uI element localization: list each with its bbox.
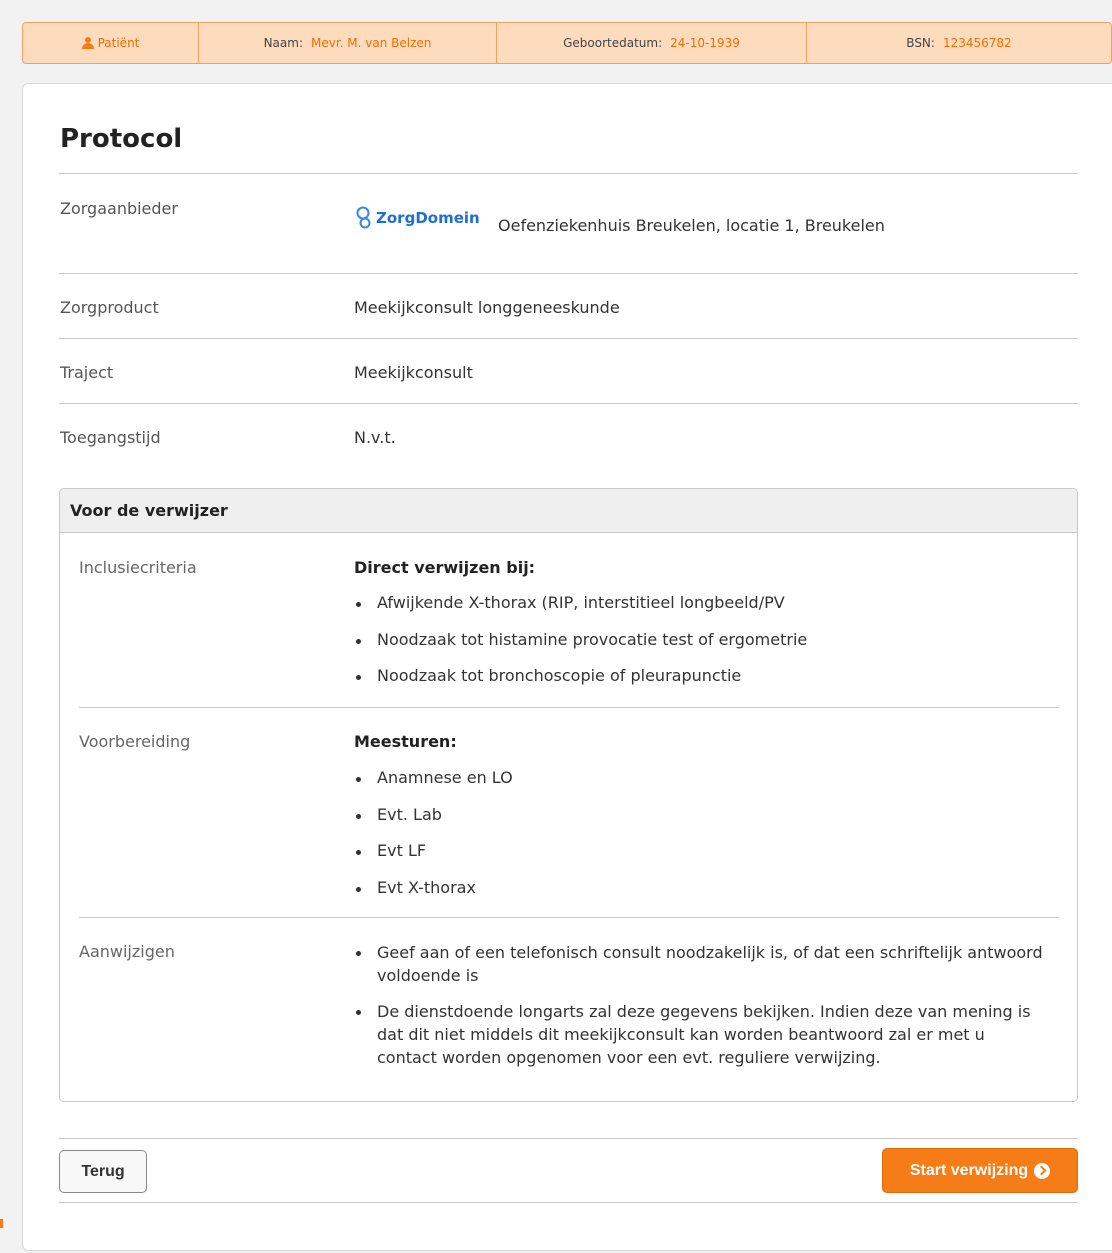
page-title: Protocol [60, 124, 183, 154]
inclusiecriteria-label: Inclusiecriteria [79, 558, 197, 577]
list-item: Anamnese en LO [354, 767, 513, 804]
list-item: Evt LF [354, 840, 513, 877]
patient-name-value: Mevr. M. van Belzen [311, 36, 432, 50]
zorgaanbieder-value: Oefenziekenhuis Breukelen, locatie 1, Br… [498, 216, 885, 235]
divider [59, 338, 1078, 339]
verwijzer-panel: Voor de verwijzer Inclusiecriteria Direc… [59, 488, 1078, 1102]
patient-tab-content: Patiënt [81, 36, 140, 50]
zorgaanbieder-label: Zorgaanbieder [60, 199, 178, 218]
patient-dob: Geboortedatum: 24-10-1939 [497, 23, 807, 63]
list-item: Afwijkende X-thorax (RIP, interstitieel … [354, 592, 807, 629]
zorgdomein-logo-icon [356, 206, 371, 229]
start-referral-button[interactable]: Start verwijzing [882, 1148, 1078, 1193]
patient-name: Naam: Mevr. M. van Belzen [199, 23, 497, 63]
list-item: Geef aan of een telefonisch consult nood… [354, 941, 1044, 987]
patient-bsn-label: BSN: [906, 36, 935, 50]
zorgdomein-logo-text: ZorgDomein [376, 209, 480, 227]
inclusiecriteria-list: Afwijkende X-thorax (RIP, interstitieel … [354, 592, 807, 702]
start-referral-label: Start verwijzing [909, 1161, 1029, 1179]
zorgdomein-logo: ZorgDomein [354, 206, 480, 230]
edge-marker [0, 1219, 3, 1228]
divider [59, 1138, 1078, 1139]
list-item: Noodzaak tot bronchoscopie of pleurapunc… [354, 665, 807, 702]
divider [79, 917, 1059, 918]
patient-name-label: Naam: [263, 36, 303, 50]
list-item: De dienstdoende longarts zal deze gegeve… [354, 1000, 1044, 1069]
back-button[interactable]: Terug [59, 1150, 147, 1193]
user-icon [81, 37, 94, 49]
divider [79, 707, 1059, 708]
inclusiecriteria-heading: Direct verwijzen bij: [354, 558, 536, 577]
list-item: Evt X-thorax [354, 877, 513, 914]
patient-bsn-value: 123456782 [942, 36, 1012, 50]
patient-bar: Patiënt Naam: Mevr. M. van Belzen Geboor… [22, 22, 1112, 64]
toegangstijd-value: N.v.t. [354, 428, 396, 447]
patient-dob-value: 24-10-1939 [670, 36, 740, 50]
protocol-card: Protocol Zorgaanbieder ZorgDomein Oefenz… [22, 83, 1112, 1251]
patient-dob-label: Geboortedatum: [563, 36, 663, 50]
divider [59, 403, 1078, 404]
zorgproduct-value: Meekijkconsult longgeneeskunde [354, 298, 620, 317]
divider [59, 1202, 1078, 1203]
divider [59, 273, 1078, 274]
patient-tab-label: Patiënt [97, 36, 140, 50]
aanwijzigen-label: Aanwijzigen [79, 942, 175, 961]
list-item: Noodzaak tot histamine provocatie test o… [354, 629, 807, 666]
list-item: Evt. Lab [354, 804, 513, 841]
panel-title: Voor de verwijzer [60, 489, 1077, 533]
patient-bsn: BSN: 123456782 [807, 23, 1111, 63]
traject-value: Meekijkconsult [354, 363, 473, 382]
voorbereiding-heading: Meesturen: [354, 732, 457, 751]
toegangstijd-label: Toegangstijd [60, 428, 161, 447]
patient-tab[interactable]: Patiënt [23, 23, 199, 63]
zorgproduct-label: Zorgproduct [60, 298, 159, 317]
voorbereiding-label: Voorbereiding [79, 732, 191, 751]
aanwijzigen-list: Geef aan of een telefonisch consult nood… [354, 941, 1044, 1082]
arrow-circle-right-icon [1034, 1162, 1051, 1179]
traject-label: Traject [60, 363, 114, 382]
divider [59, 173, 1078, 174]
voorbereiding-list: Anamnese en LO Evt. Lab Evt LF Evt X-tho… [354, 767, 513, 913]
